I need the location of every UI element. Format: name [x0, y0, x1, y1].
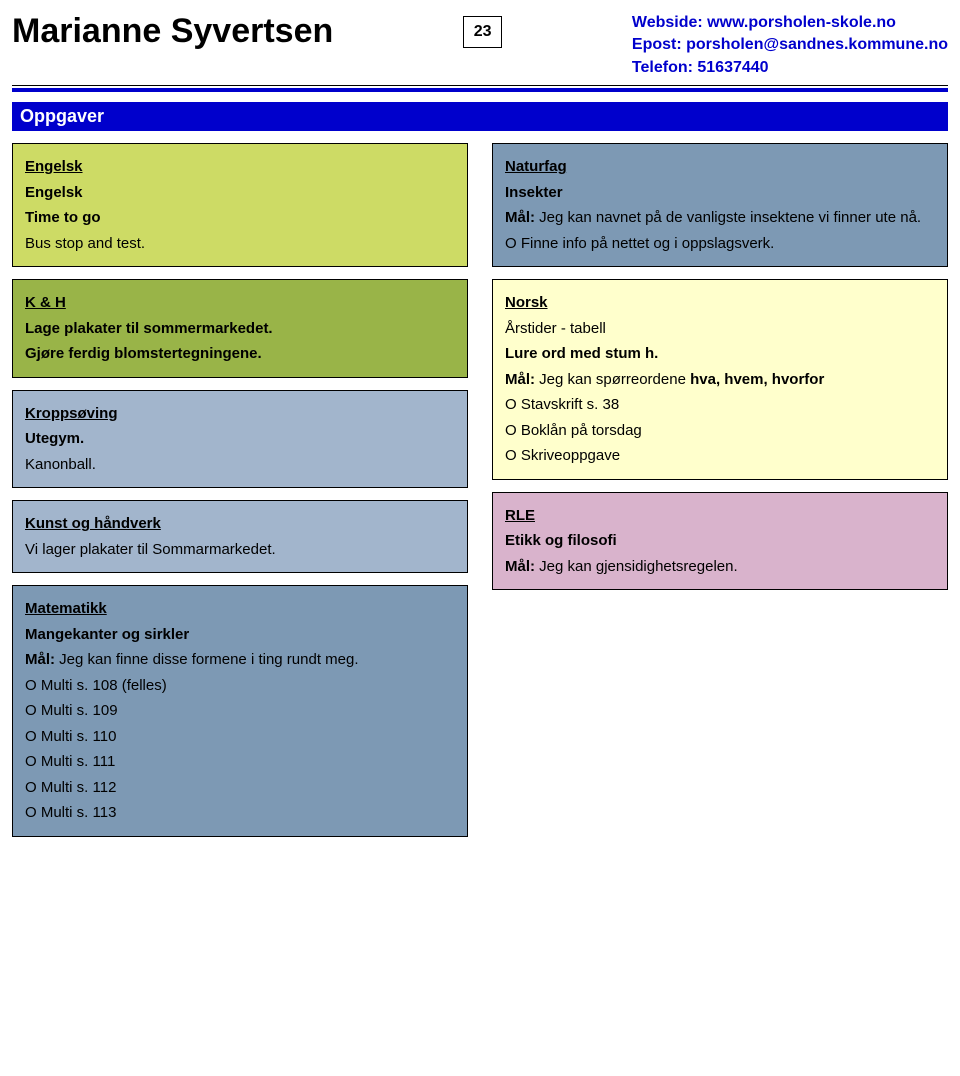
subject-engelsk: Engelsk: [25, 154, 455, 180]
naturfag-goal: Mål: Jeg kan navnet på de vanligste inse…: [505, 205, 935, 231]
naturfag-goal-label: Mål:: [505, 209, 535, 226]
box-matematikk: Matematikk Mangekanter og sirkler Mål: J…: [12, 585, 468, 837]
rle-sub: Etikk og filosofi: [505, 528, 935, 554]
engelsk-sub: Engelsk: [25, 180, 455, 206]
rle-goal-text: Jeg kan gjensidighetsregelen.: [535, 558, 738, 575]
contact-email: Epost: porsholen@sandnes.kommune.no: [632, 34, 948, 56]
box-rle: RLE Etikk og filosofi Mål: Jeg kan gjens…: [492, 492, 948, 591]
divider-thin: [12, 85, 948, 86]
naturfag-goal-text: Jeg kan navnet på de vanligste insektene…: [535, 209, 921, 226]
kunsthandverk-line1: Vi lager plakater til Sommarmarkedet.: [25, 537, 455, 563]
matte-item: O Multi s. 111: [25, 749, 455, 775]
subject-rle: RLE: [505, 503, 935, 529]
kroppsoving-line1: Utegym.: [25, 426, 455, 452]
norsk-goal-bold: hva, hvem, hvorfor: [690, 371, 824, 388]
subject-matematikk: Matematikk: [25, 596, 455, 622]
teacher-name: Marianne Syvertsen: [12, 12, 333, 51]
matte-item: O Multi s. 109: [25, 698, 455, 724]
box-norsk: Norsk Årstider - tabell Lure ord med stu…: [492, 279, 948, 480]
norsk-item1: O Stavskrift s. 38: [505, 392, 935, 418]
contact-website: Webside: www.porsholen-skole.no: [632, 12, 948, 34]
norsk-goal-label: Mål:: [505, 371, 535, 388]
week-number-box: 23: [463, 16, 503, 48]
contact-info: Webside: www.porsholen-skole.no Epost: p…: [632, 12, 948, 79]
engelsk-line2: Bus stop and test.: [25, 231, 455, 257]
kroppsoving-line2: Kanonball.: [25, 452, 455, 478]
box-kh: K & H Lage plakater til sommermarkedet. …: [12, 279, 468, 378]
matte-item: O Multi s. 112: [25, 775, 455, 801]
box-kunsthandverk: Kunst og håndverk Vi lager plakater til …: [12, 500, 468, 573]
naturfag-sub: Insekter: [505, 180, 935, 206]
divider-thick: [12, 88, 948, 92]
matte-item: O Multi s. 110: [25, 724, 455, 750]
matte-goal-label: Mål:: [25, 651, 55, 668]
kh-line2: Gjøre ferdig blomstertegningene.: [25, 341, 455, 367]
box-engelsk: Engelsk Engelsk Time to go Bus stop and …: [12, 143, 468, 267]
subject-kunsthandverk: Kunst og håndverk: [25, 511, 455, 537]
contact-phone: Telefon: 51637440: [632, 57, 948, 79]
norsk-line1: Årstider - tabell: [505, 316, 935, 342]
content-columns: Engelsk Engelsk Time to go Bus stop and …: [12, 143, 948, 837]
subject-naturfag: Naturfag: [505, 154, 935, 180]
naturfag-item1: O Finne info på nettet og i oppslagsverk…: [505, 231, 935, 257]
section-title-bar: Oppgaver: [12, 102, 948, 131]
matte-goal-text: Jeg kan finne disse formene i ting rundt…: [55, 651, 359, 668]
matte-item: O Multi s. 108 (felles): [25, 673, 455, 699]
kh-line1: Lage plakater til sommermarkedet.: [25, 316, 455, 342]
norsk-item3: O Skriveoppgave: [505, 443, 935, 469]
box-naturfag: Naturfag Insekter Mål: Jeg kan navnet på…: [492, 143, 948, 267]
rle-goal: Mål: Jeg kan gjensidighetsregelen.: [505, 554, 935, 580]
norsk-goal-pre: Jeg kan spørreordene: [535, 371, 690, 388]
left-column: Engelsk Engelsk Time to go Bus stop and …: [12, 143, 468, 837]
subject-norsk: Norsk: [505, 290, 935, 316]
document-header: Marianne Syvertsen 23 Webside: www.porsh…: [12, 12, 948, 79]
subject-kh: K & H: [25, 290, 455, 316]
matte-item: O Multi s. 113: [25, 800, 455, 826]
rle-goal-label: Mål:: [505, 558, 535, 575]
box-kroppsoving: Kroppsøving Utegym. Kanonball.: [12, 390, 468, 489]
engelsk-line1: Time to go: [25, 205, 455, 231]
right-column: Naturfag Insekter Mål: Jeg kan navnet på…: [492, 143, 948, 837]
matte-sub: Mangekanter og sirkler: [25, 622, 455, 648]
subject-kroppsoving: Kroppsøving: [25, 401, 455, 427]
norsk-item2: O Boklån på torsdag: [505, 418, 935, 444]
norsk-goal: Mål: Jeg kan spørreordene hva, hvem, hvo…: [505, 367, 935, 393]
norsk-line2: Lure ord med stum h.: [505, 341, 935, 367]
matte-goal: Mål: Jeg kan finne disse formene i ting …: [25, 647, 455, 673]
